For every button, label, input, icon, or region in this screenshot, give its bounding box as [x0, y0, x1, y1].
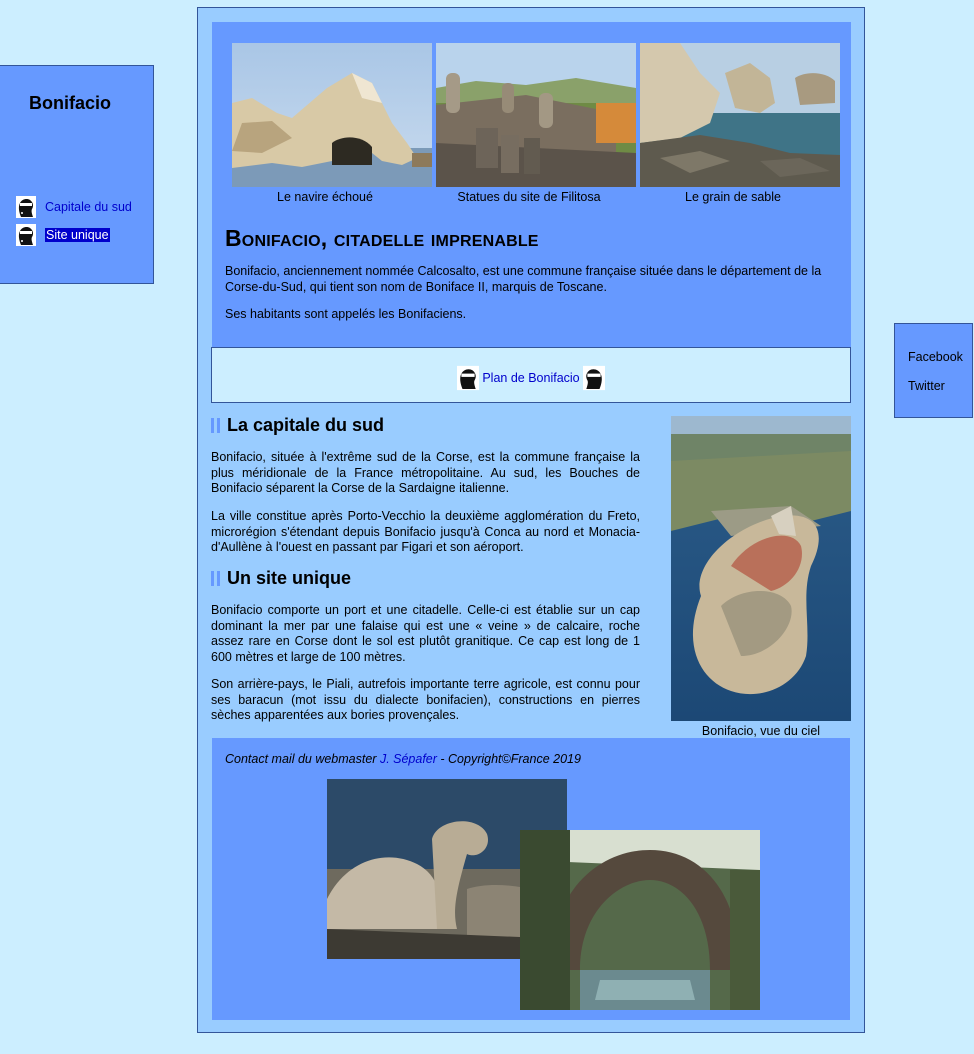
main-content: Le navire échoué Statues du site de Fili…: [197, 7, 865, 1033]
footer: Contact mail du webmaster J. Sépafer - C…: [212, 738, 850, 1020]
caption-filitosa: Statues du site de Filitosa: [457, 190, 601, 204]
sidebar-title: Bonifacio: [29, 93, 112, 113]
moor-head-icon: [582, 365, 605, 391]
photo-filitosa: [436, 43, 636, 187]
photo-grain-de-sable: [640, 43, 840, 187]
aerial-caption: Bonifacio, vue du ciel: [701, 724, 821, 738]
nav-link-capitale[interactable]: Capitale du sud: [45, 200, 132, 214]
footer-contact: Contact mail du webmaster J. Sépafer - C…: [225, 752, 581, 766]
sidebar-nav: Bonifacio Capitale du sud Site unique: [0, 65, 154, 284]
photo-aerial-view: [671, 416, 851, 721]
section-heading-capitale: La capitale du sud: [211, 415, 384, 436]
section-heading-site-unique: Un site unique: [211, 568, 351, 589]
section-heading-text: Un site unique: [227, 568, 352, 588]
moor-head-icon: [457, 365, 480, 391]
site-paragraph-1: Bonifacio comporte un port et une citade…: [211, 603, 640, 664]
heading-bars-icon: [211, 418, 220, 433]
webmaster-mail-link[interactable]: J. Sépafer: [380, 752, 437, 766]
plan-box: Plan de Bonifacio: [211, 347, 851, 403]
moor-head-icon: [16, 196, 36, 218]
plan-link[interactable]: Plan de Bonifacio: [482, 371, 579, 385]
nav-link-site-unique[interactable]: Site unique: [45, 228, 110, 242]
photo-bridge: [520, 830, 760, 1010]
footer-prefix: Contact mail du webmaster: [225, 752, 380, 766]
nav-item-capitale[interactable]: Capitale du sud: [16, 195, 132, 219]
intro-paragraph-2: Ses habitants sont appelés les Bonifacie…: [225, 307, 467, 321]
caption-navire: Le navire échoué: [277, 190, 373, 204]
site-paragraph-2: Son arrière-pays, le Piali, autrefois im…: [211, 677, 640, 722]
section-heading-text: La capitale du sud: [227, 415, 385, 435]
nav-item-site-unique[interactable]: Site unique: [16, 223, 110, 247]
moor-head-icon: [16, 224, 36, 246]
capitale-paragraph-1: Bonifacio, située à l'extrême sud de la …: [211, 450, 640, 495]
page-title: Bonifacio, citadelle imprenable: [225, 225, 539, 251]
social-links: Facebook Twitter: [894, 323, 973, 418]
twitter-link[interactable]: Twitter: [908, 379, 945, 393]
intro-paragraph-1: Bonifacio, anciennement nommée Calcosalt…: [225, 264, 822, 294]
facebook-link[interactable]: Facebook: [908, 350, 963, 364]
footer-copyright: - Copyright©France 2019: [436, 752, 581, 766]
caption-grain: Le grain de sable: [685, 190, 781, 204]
intro-panel: Le navire échoué Statues du site de Fili…: [212, 22, 851, 348]
heading-bars-icon: [211, 571, 220, 586]
photo-navire-echoue: [232, 43, 432, 187]
capitale-paragraph-2: La ville constitue après Porto-Vecchio l…: [211, 509, 640, 554]
